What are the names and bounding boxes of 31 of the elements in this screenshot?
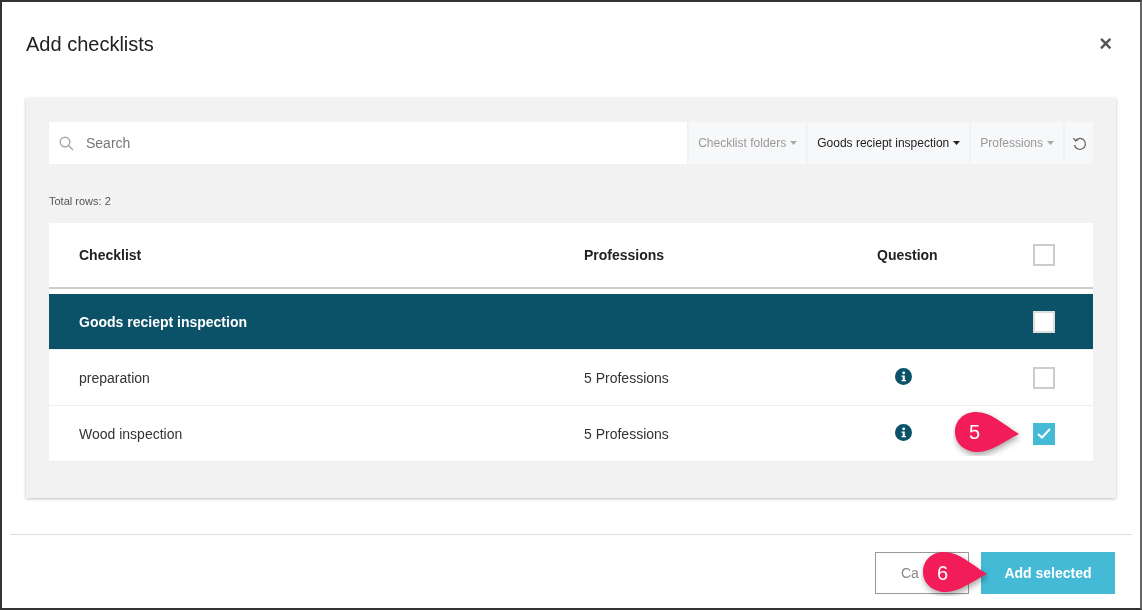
info-icon[interactable] — [895, 367, 912, 385]
close-button[interactable]: × — [1095, 31, 1116, 57]
dialog-title: Add checklists — [26, 32, 154, 56]
filter-dropdown[interactable]: Checklist folders — [689, 122, 807, 164]
filter-dropdown[interactable]: Professions — [971, 122, 1063, 164]
table-cell-text: preparation — [79, 369, 151, 386]
checkmark-icon — [1037, 428, 1051, 439]
row-checkbox[interactable] — [1033, 422, 1055, 445]
total-rows-label: Total rows: 2 — [49, 195, 112, 207]
undo-icon — [1071, 135, 1087, 151]
caret-icon — [953, 141, 961, 145]
caret-icon — [790, 141, 798, 145]
row-checkbox[interactable] — [1033, 366, 1055, 389]
table-cell-text: 5 Professions — [584, 369, 670, 386]
column-header: Question — [877, 247, 939, 263]
group-name: Goods reciept inspection — [79, 313, 249, 330]
search-icon — [59, 135, 74, 151]
add-selected-button[interactable]: Add selected — [981, 552, 1115, 594]
caret-icon — [1047, 141, 1054, 145]
column-header: Professions — [584, 247, 666, 263]
search-field[interactable]: Search — [49, 122, 688, 164]
table-cell-text: Wood inspection — [79, 425, 184, 442]
reset-button[interactable] — [1065, 122, 1093, 164]
column-header: Checklist — [79, 247, 143, 263]
row-checkbox[interactable] — [1033, 310, 1055, 333]
table-cell-text: 5 Professions — [584, 425, 670, 442]
group-row[interactable]: Goods reciept inspection — [49, 294, 1093, 350]
filter-dropdown[interactable]: Goods reciept inspection — [808, 122, 970, 164]
row-checkbox[interactable] — [1033, 244, 1055, 266]
info-icon[interactable] — [895, 423, 912, 441]
search-input[interactable]: Search — [84, 134, 678, 152]
